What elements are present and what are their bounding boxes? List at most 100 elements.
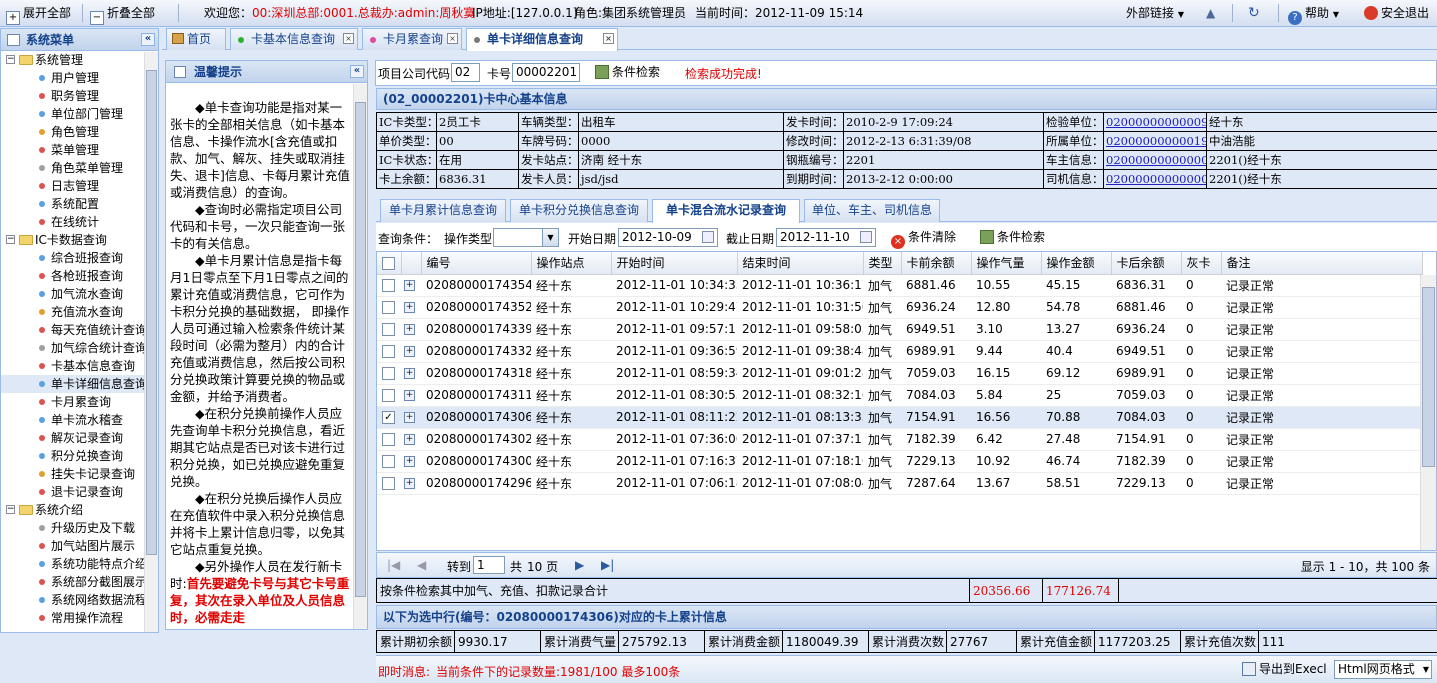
close-icon[interactable]: × [447, 33, 458, 44]
sidebar-item[interactable]: 系统配置 [1, 195, 158, 213]
expand-row-icon[interactable]: + [404, 412, 415, 423]
column-header[interactable]: 卡前余额 [901, 252, 971, 274]
export-button[interactable]: 导出到Execl [1242, 660, 1327, 679]
info-value[interactable]: 020000000000099 [1104, 113, 1207, 132]
sidebar-item[interactable]: 积分兑换查询 [1, 447, 158, 465]
logout-button[interactable]: 安全退出 [1364, 5, 1429, 21]
column-header[interactable]: 类型 [863, 252, 901, 274]
column-header[interactable]: 结束时间 [737, 252, 863, 274]
table-row[interactable]: +02080000174311经十东2012-11-01 08:30:55201… [377, 384, 1422, 406]
expand-row-icon[interactable]: + [404, 456, 415, 467]
collapse-icon[interactable]: − [6, 235, 15, 244]
expand-row-icon[interactable]: + [404, 302, 415, 313]
info-link[interactable]: 020000000000001 [1106, 172, 1207, 186]
sidebar-item[interactable]: 日志管理 [1, 177, 158, 195]
sidebar-item[interactable]: 系统网络数据流程 [1, 591, 158, 609]
row-checkbox[interactable] [382, 367, 395, 380]
info-link[interactable]: 020000000000001 [1106, 153, 1207, 167]
chevron-down-icon[interactable]: ▼ [542, 229, 558, 246]
table-row[interactable]: +02080000174339经十东2012-11-01 09:57:11201… [377, 318, 1422, 340]
sidebar-item[interactable]: 职务管理 [1, 87, 158, 105]
sidebar-item[interactable]: 加气流水查询 [1, 285, 158, 303]
table-row[interactable]: +02080000174352经十东2012-11-01 10:29:47201… [377, 296, 1422, 318]
row-checkbox[interactable] [382, 455, 395, 468]
table-row[interactable]: +02080000174332经十东2012-11-01 09:36:59201… [377, 340, 1422, 362]
subtab-mixed-records[interactable]: 单卡混合流水记录查询 [652, 199, 800, 223]
sidebar-item[interactable]: 综合班报查询 [1, 249, 158, 267]
column-header[interactable]: 备注 [1221, 252, 1422, 274]
sidebar-item[interactable]: 单卡流水稽查 [1, 411, 158, 429]
table-row[interactable]: +02080000174296经十东2012-11-01 07:06:18201… [377, 472, 1422, 494]
collapse-sidebar-button[interactable]: « [141, 33, 155, 46]
sidebar-item[interactable]: 每天充值统计查询 [1, 321, 158, 339]
sidebar-item[interactable]: 系统功能特点介绍 [1, 555, 158, 573]
collapse-top-icon[interactable]: ▲ [1206, 5, 1215, 21]
expand-row-icon[interactable]: + [404, 324, 415, 335]
close-icon[interactable]: × [343, 33, 354, 44]
row-checkbox[interactable] [382, 433, 395, 446]
sidebar-item[interactable]: 用户管理 [1, 69, 158, 87]
sidebar-item[interactable]: 菜单管理 [1, 141, 158, 159]
help-menu[interactable]: ?帮助 ▼ [1288, 5, 1339, 21]
select-all-checkbox[interactable] [382, 257, 395, 270]
first-page-icon[interactable]: |◀ [387, 558, 400, 572]
external-links-menu[interactable]: 外部链接 ▼ [1126, 5, 1184, 21]
table-row[interactable]: +02080000174354经十东2012-11-01 10:34:33201… [377, 274, 1422, 296]
sidebar-item[interactable]: 各枪班报查询 [1, 267, 158, 285]
row-checkbox[interactable] [382, 477, 395, 490]
sidebar-item[interactable]: 挂失卡记录查询 [1, 465, 158, 483]
expand-row-icon[interactable]: + [404, 390, 415, 401]
sidebar-group[interactable]: −IC卡数据查询 [1, 231, 158, 249]
info-link[interactable]: 020000000000099 [1106, 115, 1207, 129]
next-page-icon[interactable]: ▶ [575, 558, 584, 572]
grid-scrollbar[interactable] [1420, 275, 1436, 550]
row-checkbox[interactable] [382, 301, 395, 314]
sidebar-item[interactable]: 卡月累查询 [1, 393, 158, 411]
refresh-icon[interactable]: ↻ [1248, 5, 1260, 21]
tab-card-detail[interactable]: 单卡详细信息查询× [466, 28, 618, 51]
column-header[interactable]: 卡后余额 [1111, 252, 1181, 274]
sidebar-group[interactable]: −系统管理 [1, 51, 158, 69]
sidebar-scrollbar[interactable] [144, 52, 158, 632]
subtab-unit-owner-driver[interactable]: 单位、车主、司机信息 [804, 199, 940, 222]
company-code-input[interactable]: 02 [451, 63, 480, 82]
sidebar-item[interactable]: 角色管理 [1, 123, 158, 141]
filter-search-button[interactable]: 条件检索 [980, 228, 1045, 247]
row-checkbox[interactable] [382, 323, 395, 336]
tab-card-basic-info[interactable]: 卡基本信息查询× [230, 28, 358, 50]
sidebar-item[interactable]: 升级历史及下载 [1, 519, 158, 537]
subtab-monthly[interactable]: 单卡月累计信息查询 [380, 199, 506, 222]
export-format-select[interactable]: Html网页格式▼ [1334, 660, 1432, 679]
collapse-icon[interactable]: − [6, 505, 15, 514]
tab-card-monthly[interactable]: 卡月累查询× [362, 28, 462, 50]
row-checkbox[interactable] [382, 279, 395, 292]
column-header[interactable]: 操作金额 [1041, 252, 1111, 274]
row-checkbox[interactable] [382, 345, 395, 358]
sidebar-item[interactable]: 卡基本信息查询 [1, 357, 158, 375]
info-value[interactable]: 020000000000001 [1104, 151, 1207, 170]
table-row[interactable]: ✓+02080000174306经十东2012-11-01 08:11:2220… [377, 406, 1422, 428]
sidebar-item[interactable]: 常用操作流程 [1, 609, 158, 627]
info-value[interactable]: 020000000000001 [1104, 170, 1207, 189]
sidebar-item[interactable]: 系统部分截图展示 [1, 573, 158, 591]
table-row[interactable]: +02080000174302经十东2012-11-01 07:36:00201… [377, 428, 1422, 450]
info-value[interactable]: 020000000000196 [1104, 132, 1207, 151]
table-row[interactable]: +02080000174318经十东2012-11-01 08:59:34201… [377, 362, 1422, 384]
sidebar-item[interactable]: 单卡详细信息查询 [1, 375, 158, 393]
expand-row-icon[interactable]: + [404, 280, 415, 291]
sidebar-item[interactable]: 在线统计 [1, 213, 158, 231]
calendar-icon[interactable] [702, 231, 714, 243]
clear-button[interactable]: ×条件清除 [891, 228, 956, 247]
sidebar-item[interactable]: 解灰记录查询 [1, 429, 158, 447]
table-row[interactable]: +02080000174300经十东2012-11-01 07:16:37201… [377, 450, 1422, 472]
expand-row-icon[interactable]: + [404, 346, 415, 357]
sidebar-item[interactable]: 角色菜单管理 [1, 159, 158, 177]
sidebar-item[interactable]: 退卡记录查询 [1, 483, 158, 501]
row-checkbox[interactable] [382, 389, 395, 402]
collapse-all-button[interactable]: −折叠全部 [90, 5, 155, 21]
sidebar-item[interactable]: 充值流水查询 [1, 303, 158, 321]
hint-scrollbar[interactable] [353, 84, 367, 629]
subtab-points[interactable]: 单卡积分兑换信息查询 [510, 199, 648, 222]
collapse-hint-button[interactable]: « [350, 65, 364, 78]
column-header[interactable]: 操作气量 [971, 252, 1041, 274]
